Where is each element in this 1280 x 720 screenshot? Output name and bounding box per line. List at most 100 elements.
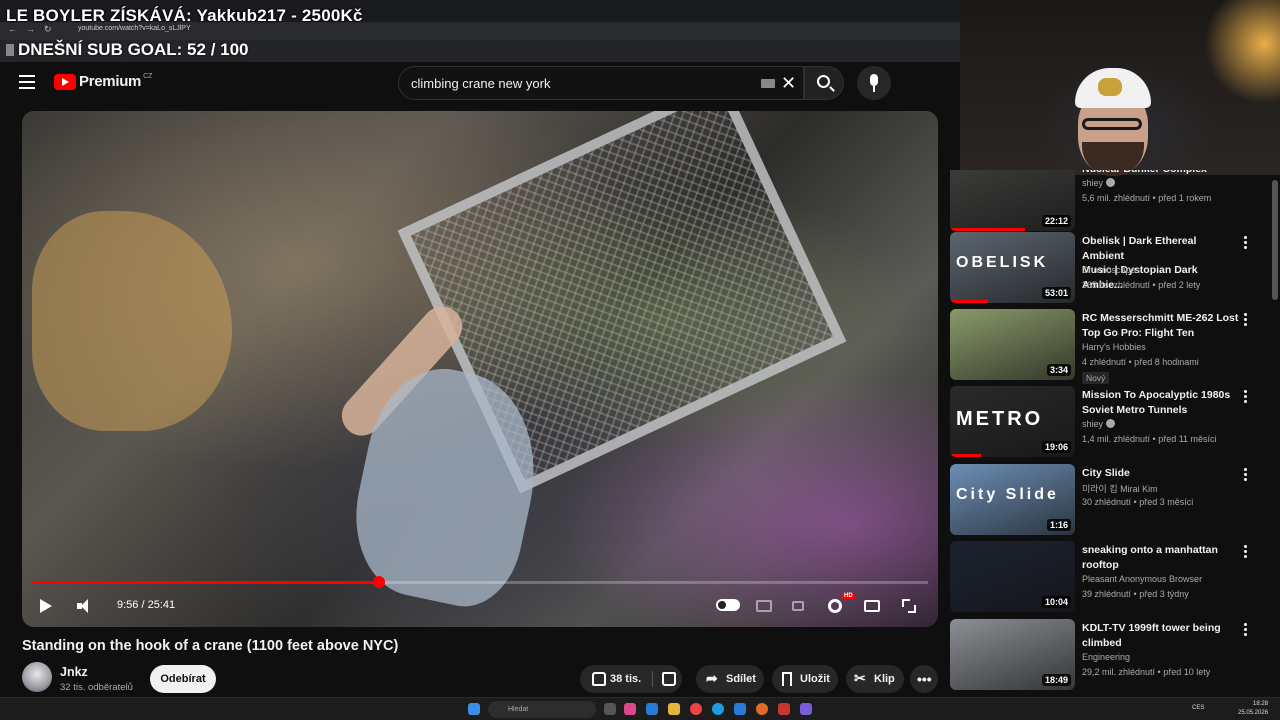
recommendation-channel[interactable]: Harry's Hobbies xyxy=(1082,342,1146,352)
share-button[interactable]: ➦ Sdílet xyxy=(696,665,764,693)
chrome-icon[interactable] xyxy=(690,703,702,715)
more-vert-icon[interactable] xyxy=(1244,390,1247,404)
task-view-icon[interactable] xyxy=(604,703,616,715)
taskbar-clock[interactable]: 18:28 25.05.2026 xyxy=(1238,700,1268,718)
recommendation-thumbnail[interactable]: METRO 19:06 xyxy=(950,386,1075,457)
recommendation-thumbnail[interactable]: OBELISK 53:01 xyxy=(950,232,1075,303)
like-icon[interactable] xyxy=(592,672,606,686)
recommendation-thumbnail[interactable]: 10:04 xyxy=(950,541,1075,612)
recommendation-title[interactable]: Mission To Apocalyptic 1980s Soviet Metro… xyxy=(1082,388,1240,417)
recommendation-channel[interactable]: Engineering xyxy=(1082,652,1130,662)
more-vert-icon[interactable] xyxy=(1244,545,1247,559)
recommendation-item[interactable]: 10:04 sneaking onto a manhattan rooftop Ple… xyxy=(948,541,1268,613)
play-icon[interactable] xyxy=(40,599,52,613)
duration-badge: 10:04 xyxy=(1041,596,1071,608)
more-vert-icon[interactable] xyxy=(1244,623,1247,637)
thumbnail-text: OBELISK xyxy=(956,254,1049,271)
video-player[interactable]: 9:56 / 25:41 HD xyxy=(22,111,938,627)
folder-icon[interactable] xyxy=(668,703,680,715)
app-icon-1[interactable] xyxy=(624,703,636,715)
menu-icon[interactable] xyxy=(19,75,35,89)
recommendation-title[interactable]: City Slide xyxy=(1082,466,1240,481)
subscribe-button[interactable]: Odebírat xyxy=(150,665,216,693)
autoplay-toggle[interactable] xyxy=(716,599,740,611)
recommendation-title[interactable]: RC Messerschmitt ME-262 Lost Top Go Pro: … xyxy=(1082,311,1240,340)
recommendation-channel[interactable]: Chronoscapes xyxy=(1082,265,1140,275)
recommendation-item[interactable]: 3:34 RC Messerschmitt ME-262 Lost Top Go P… xyxy=(948,309,1268,384)
recommendation-thumbnail[interactable]: 22:12 xyxy=(950,170,1075,231)
recommendation-meta: 39 zhlédnutí • před 3 týdny xyxy=(1082,589,1189,599)
video-title: Standing on the hook of a crane (1100 fe… xyxy=(22,638,399,654)
recommendation-item[interactable]: City Slide 1:16 City Slide 미라이 킴 Mirai Kim 3… xyxy=(948,464,1268,536)
clock-date: 25.05.2026 xyxy=(1238,710,1269,716)
progress-bar[interactable] xyxy=(32,576,928,588)
app-icon-2[interactable] xyxy=(646,703,658,715)
app-icon-5[interactable] xyxy=(778,703,790,715)
search-input[interactable]: climbing crane new york ✕ xyxy=(398,66,804,100)
duration-badge: 1:16 xyxy=(1046,519,1071,531)
save-button[interactable]: Uložit xyxy=(772,665,838,693)
fullscreen-icon[interactable] xyxy=(902,599,916,613)
recommendation-item[interactable]: 18:49 KDLT-TV 1999ft tower being climbed En… xyxy=(948,619,1268,691)
recommendation-thumbnail[interactable]: City Slide 1:16 xyxy=(950,464,1075,535)
recommendation-thumbnail[interactable]: 3:34 xyxy=(950,309,1075,380)
edge-icon[interactable] xyxy=(712,703,724,715)
clear-search-icon[interactable]: ✕ xyxy=(781,73,796,94)
subtitles-icon[interactable] xyxy=(756,600,772,612)
stream-overlay-title: LE BOYLER ZÍSKÁVÁ: Yakkub217 - 2500Kč xyxy=(6,6,363,25)
recommendation-item[interactable]: OBELISK 53:01 Obelisk | Dark Ethereal Ambi… xyxy=(948,232,1268,304)
volume-icon[interactable] xyxy=(77,599,91,613)
clip-button[interactable]: ✂ Klip xyxy=(846,665,904,693)
taskbar-search[interactable]: Hledat xyxy=(488,701,596,718)
recommendation-channel[interactable]: shiey xyxy=(1082,178,1116,188)
url-text[interactable]: youtube.com/watch?v=kaLo_sLJlPY xyxy=(78,25,191,32)
hd-badge: HD xyxy=(842,593,855,599)
search-button[interactable] xyxy=(804,66,844,100)
channel-avatar[interactable] xyxy=(22,662,52,692)
discord-icon[interactable] xyxy=(800,703,812,715)
recommendation-thumbnail[interactable]: 18:49 xyxy=(950,619,1075,690)
more-vert-icon[interactable] xyxy=(1244,236,1247,250)
youtube-logo[interactable]: Premium CZ xyxy=(54,73,152,90)
recommendation-title[interactable]: Nuclear Bunker Complex xyxy=(1082,170,1240,177)
thumbnail-text: City Slide xyxy=(956,486,1059,503)
scissors-icon: ✂ xyxy=(854,670,866,686)
recommendation-meta: 365 tis. zhlédnutí • před 2 lety xyxy=(1082,280,1201,290)
thumbnail-text: METRO xyxy=(956,408,1044,430)
recommendation-meta: 1,4 mil. zhlédnutí • před 11 měsíci xyxy=(1082,434,1217,444)
recommendation-channel[interactable]: shiey xyxy=(1082,419,1116,429)
webcam-cap-patch xyxy=(1098,78,1122,96)
voice-search-button[interactable] xyxy=(857,66,891,100)
verified-icon xyxy=(1106,419,1116,428)
miniplayer-icon[interactable] xyxy=(792,601,804,611)
like-count[interactable]: 38 tis. xyxy=(610,665,641,693)
recommendation-item[interactable]: METRO 19:06 Mission To Apocalyptic 1980s So… xyxy=(948,386,1268,458)
recommendation-item[interactable]: 22:12 Nuclear Bunker Complexshiey 5,6 mil.… xyxy=(948,170,1268,232)
start-icon[interactable] xyxy=(468,703,480,715)
search-query[interactable]: climbing crane new york xyxy=(411,76,550,91)
language-indicator[interactable]: CES xyxy=(1192,705,1204,711)
more-vert-icon[interactable] xyxy=(1244,313,1247,327)
duration-badge: 18:49 xyxy=(1041,674,1071,686)
more-actions-button[interactable]: ••• xyxy=(910,665,938,693)
more-vert-icon[interactable] xyxy=(1244,468,1247,482)
recommendation-title[interactable]: KDLT-TV 1999ft tower being climbed xyxy=(1082,621,1240,650)
share-label: Sdílet xyxy=(726,673,756,685)
sidebar-scrollbar[interactable] xyxy=(1272,180,1278,300)
channel-name[interactable]: Jnkz xyxy=(60,665,88,679)
recommendation-channel[interactable]: 미라이 킴 Mirai Kim xyxy=(1082,482,1158,495)
theater-mode-icon[interactable] xyxy=(864,600,880,612)
app-icon-3[interactable] xyxy=(734,703,746,715)
keyboard-icon[interactable] xyxy=(761,79,775,88)
progress-scrubber[interactable] xyxy=(372,576,385,588)
recommendation-meta: 30 zhlédnutí • před 3 měsíci xyxy=(1082,497,1194,507)
youtube-play-icon xyxy=(54,73,76,90)
watched-progress xyxy=(950,228,1025,231)
recommendation-title[interactable]: sneaking onto a manhattan rooftop xyxy=(1082,543,1240,572)
settings-icon[interactable] xyxy=(828,599,842,613)
app-icon-4[interactable] xyxy=(756,703,768,715)
dislike-icon[interactable] xyxy=(662,672,676,686)
goal-text: DNEŠNÍ SUB GOAL: 52 / 100 xyxy=(18,40,249,59)
youtube-header: Premium CZ climbing crane new york ✕ xyxy=(0,62,960,104)
recommendation-channel[interactable]: Pleasant Anonymous Browser xyxy=(1082,574,1202,584)
